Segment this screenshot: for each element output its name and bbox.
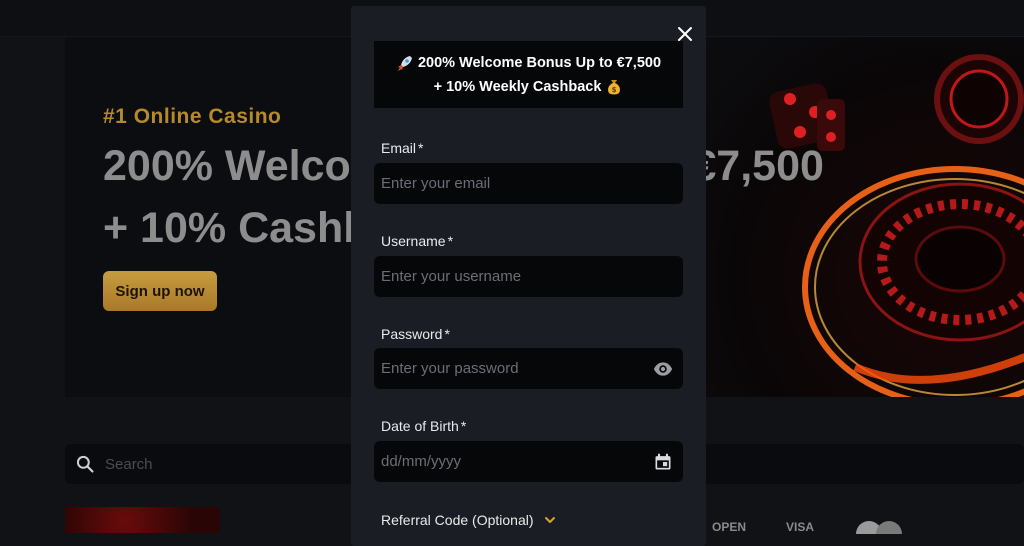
username-input[interactable] [374,256,683,297]
sign-up-now-button[interactable]: Sign up now [103,271,217,311]
money-bag-icon: $ [608,79,621,94]
calendar-icon[interactable] [653,452,673,472]
referral-code-label: Referral Code (Optional) [381,512,534,528]
email-input[interactable] [374,163,683,204]
password-field-container [374,348,683,389]
payment-methods-row: OPEN VISA [712,520,1024,546]
username-label: Username * [381,233,454,249]
signup-modal: 200% Welcome Bonus Up to €7,500 + 10% We… [351,6,706,546]
email-field-container [374,163,683,204]
password-input[interactable] [374,348,683,389]
promo-thumbnail-strip[interactable] [65,507,220,533]
password-label: Password * [381,326,450,342]
email-label: Email * [381,140,424,156]
promo-line2: + 10% Weekly Cashback [433,78,602,95]
dob-field-container [374,441,683,482]
chevron-down-icon [544,517,555,523]
promo-line1: 200% Welcome Bonus Up to €7,500 [417,54,662,71]
search-icon [76,455,94,473]
rocket-icon [397,55,412,71]
search-placeholder: Search [105,455,153,473]
welcome-bonus-banner: 200% Welcome Bonus Up to €7,500 + 10% We… [374,41,683,108]
payment-visa-logo: VISA [786,520,815,534]
username-field-container [374,256,683,297]
hero-eyebrow: #1 Online Casino [103,105,282,128]
payment-open-banking-logo: OPEN [712,520,747,534]
eye-icon[interactable] [653,359,673,379]
date-of-birth-input[interactable] [374,441,683,482]
payment-mastercard-logo [854,520,904,546]
svg-text:$: $ [612,86,617,94]
referral-code-toggle[interactable]: Referral Code (Optional) [381,512,556,528]
dob-label: Date of Birth * [381,418,467,434]
